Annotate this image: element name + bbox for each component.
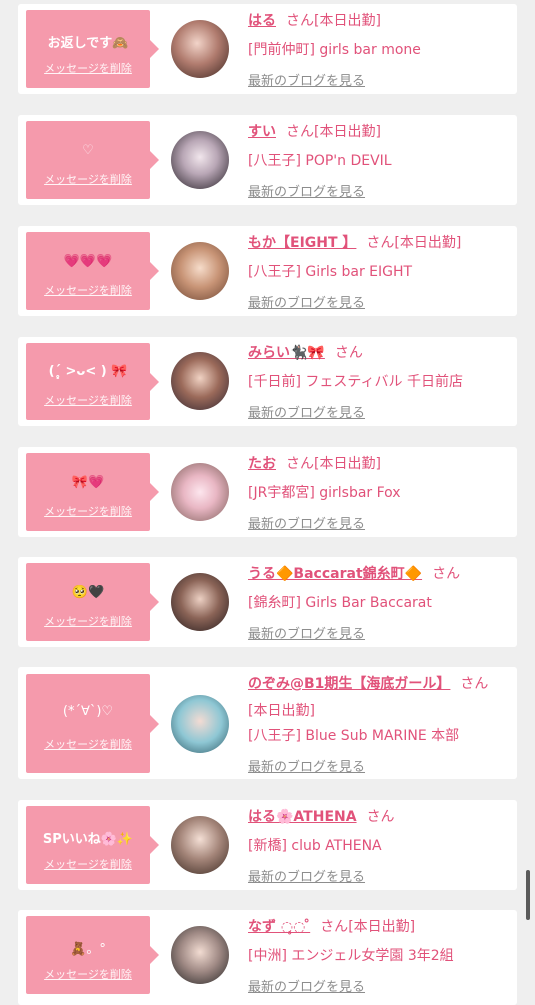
cast-info: はる さん[本日出勤] [門前仲町] girls bar mone 最新のブログを…: [248, 12, 509, 89]
work-status: [本日出勤]: [394, 235, 462, 251]
honorific: さん: [432, 566, 461, 582]
list-item: 🥺🖤 メッセージを削除 うる🔶Baccarat錦糸町🔶 さん [錦糸町] Girl…: [18, 557, 517, 647]
message-text: 💗💗💗: [63, 254, 113, 269]
shop-name: [錦糸町] Girls Bar Baccarat: [248, 595, 432, 611]
delete-message-link[interactable]: メッセージを削除: [26, 60, 150, 76]
work-status: [本日出勤]: [348, 919, 416, 935]
message-bubble: 🥺🖤 メッセージを削除: [26, 563, 159, 641]
cast-info: のぞみ@B1期生【海底ガール】 さん [本日出勤] [八王子] Blue Sub …: [248, 675, 509, 775]
delete-message-link[interactable]: メッセージを削除: [26, 503, 150, 519]
honorific: さん: [286, 13, 314, 29]
message-bubble: ♡ メッセージを削除: [26, 121, 159, 199]
message-bubble: (ˊ̥̥̥̥̥ >ᴗ< ) 🎀 メッセージを削除: [26, 343, 159, 420]
cast-name-link[interactable]: たお: [248, 456, 276, 472]
shop-name: [JR宇都宮] girlsbar Fox: [248, 485, 401, 501]
scrollbar-thumb[interactable]: [526, 870, 530, 920]
avatar[interactable]: [171, 573, 229, 631]
delete-message-link[interactable]: メッセージを削除: [26, 392, 150, 408]
avatar[interactable]: [171, 352, 229, 410]
message-bubble: SPいいね🌸✨ メッセージを削除: [26, 806, 159, 884]
cast-name-link[interactable]: すい: [248, 124, 276, 140]
list-item: 🎀💗 メッセージを削除 たお さん[本日出勤] [JR宇都宮] girlsbar …: [18, 447, 517, 537]
avatar[interactable]: [171, 20, 229, 78]
avatar[interactable]: [171, 926, 229, 984]
list-item: (*ˊ∀ˋ)♡ メッセージを削除 のぞみ@B1期生【海底ガール】 さん [本日出勤…: [18, 667, 517, 779]
work-status: [本日出勤]: [314, 124, 381, 140]
honorific: さん: [334, 345, 363, 361]
work-status: [本日出勤]: [314, 456, 381, 472]
message-bubble: お返しです🙈 メッセージを削除: [26, 10, 159, 88]
honorific: さん: [366, 235, 395, 251]
shop-name: [新橋] club ATHENA: [248, 838, 382, 854]
delete-message-link[interactable]: メッセージを削除: [26, 282, 150, 298]
list-item: 🧸。° メッセージを削除 なず ◌̥◌ ̊ さん[本日出勤] [中洲] エンジェル…: [18, 910, 517, 1005]
latest-blog-link[interactable]: 最新のブログを見る: [248, 866, 509, 885]
message-text: (ˊ̥̥̥̥̥ >ᴗ< ) 🎀: [48, 364, 128, 379]
avatar[interactable]: [171, 242, 229, 300]
latest-blog-link[interactable]: 最新のブログを見る: [248, 70, 509, 89]
cast-info: もか【EIGHT 】さん[本日出勤] [八王子] Girls bar EIGHT…: [248, 234, 509, 311]
avatar[interactable]: [171, 816, 229, 874]
shop-name: [中洲] エンジェル女学園 3年2組: [248, 948, 454, 964]
cast-info: みらい🐈‍⬛🎀 さん [千日前] フェスティバル 千日前店 最新のブログを見る: [248, 344, 509, 421]
shop-name: [八王子] Blue Sub MARINE 本部: [248, 728, 460, 744]
avatar[interactable]: [171, 463, 229, 521]
delete-message-link[interactable]: メッセージを削除: [26, 966, 150, 982]
message-text: ♡: [82, 143, 94, 158]
list-item: ♡ メッセージを削除 すい さん[本日出勤] [八王子] POP'n DEVIL …: [18, 115, 517, 205]
message-bubble: 🧸。° メッセージを削除: [26, 916, 159, 994]
cast-info: なず ◌̥◌ ̊ さん[本日出勤] [中洲] エンジェル女学園 3年2組 最新のブ…: [248, 918, 509, 995]
work-status: [本日出勤]: [314, 13, 381, 29]
message-text: 🧸。°: [70, 942, 106, 957]
message-text: 🎀💗: [71, 475, 105, 490]
latest-blog-link[interactable]: 最新のブログを見る: [248, 623, 509, 642]
cast-name-link[interactable]: はる: [248, 13, 276, 29]
cast-name-link[interactable]: なず ◌̥◌ ̊: [248, 919, 310, 935]
latest-blog-link[interactable]: 最新のブログを見る: [248, 402, 509, 421]
message-bubble: (*ˊ∀ˋ)♡ メッセージを削除: [26, 674, 159, 773]
shop-name: [千日前] フェスティバル 千日前店: [248, 374, 463, 390]
message-bubble: 💗💗💗 メッセージを削除: [26, 232, 159, 310]
delete-message-link[interactable]: メッセージを削除: [26, 856, 150, 872]
cast-name-link[interactable]: みらい🐈‍⬛🎀: [248, 345, 325, 361]
cast-info: うる🔶Baccarat錦糸町🔶 さん [錦糸町] Girls Bar Baccar…: [248, 565, 509, 642]
honorific: さん: [320, 919, 349, 935]
list-item: (ˊ̥̥̥̥̥ >ᴗ< ) 🎀 メッセージを削除 みらい🐈‍⬛🎀 さん [千日前]…: [18, 337, 517, 426]
honorific: さん: [366, 809, 395, 825]
shop-name: [門前仲町] girls bar mone: [248, 42, 421, 58]
list-item: 💗💗💗 メッセージを削除 もか【EIGHT 】さん[本日出勤] [八王子] Gi…: [18, 226, 517, 316]
work-status: [本日出勤]: [248, 703, 315, 719]
avatar[interactable]: [171, 695, 229, 753]
delete-message-link[interactable]: メッセージを削除: [26, 171, 150, 187]
cast-info: すい さん[本日出勤] [八王子] POP'n DEVIL 最新のブログを見る: [248, 123, 509, 200]
delete-message-link[interactable]: メッセージを削除: [26, 736, 150, 752]
list-item: お返しです🙈 メッセージを削除 はる さん[本日出勤] [門前仲町] girls …: [18, 4, 517, 94]
avatar[interactable]: [171, 131, 229, 189]
cast-info: たお さん[本日出勤] [JR宇都宮] girlsbar Fox 最新のブログを見…: [248, 455, 509, 532]
shop-name: [八王子] Girls bar EIGHT: [248, 264, 413, 280]
latest-blog-link[interactable]: 最新のブログを見る: [248, 513, 509, 532]
honorific: さん: [286, 124, 314, 140]
shop-name: [八王子] POP'n DEVIL: [248, 153, 392, 169]
cast-name-link[interactable]: はる🌸ATHENA: [248, 809, 357, 825]
latest-blog-link[interactable]: 最新のブログを見る: [248, 181, 509, 200]
honorific: さん: [460, 676, 489, 692]
message-text: (*ˊ∀ˋ)♡: [62, 704, 114, 719]
message-text: お返しです🙈: [47, 36, 129, 51]
cast-name-link[interactable]: のぞみ@B1期生【海底ガール】: [248, 676, 450, 692]
message-text: SPいいね🌸✨: [42, 832, 134, 847]
message-bubble: 🎀💗 メッセージを削除: [26, 453, 159, 531]
list-item: SPいいね🌸✨ メッセージを削除 はる🌸ATHENA さん [新橋] club A…: [18, 800, 517, 890]
cast-name-link[interactable]: もか【EIGHT 】: [248, 235, 356, 251]
honorific: さん: [286, 456, 314, 472]
delete-message-link[interactable]: メッセージを削除: [26, 613, 150, 629]
message-text: 🥺🖤: [71, 585, 105, 600]
latest-blog-link[interactable]: 最新のブログを見る: [248, 292, 509, 311]
cast-name-link[interactable]: うる🔶Baccarat錦糸町🔶: [248, 566, 422, 582]
latest-blog-link[interactable]: 最新のブログを見る: [248, 976, 509, 995]
cast-info: はる🌸ATHENA さん [新橋] club ATHENA 最新のブログを見る: [248, 808, 509, 885]
latest-blog-link[interactable]: 最新のブログを見る: [248, 756, 509, 775]
